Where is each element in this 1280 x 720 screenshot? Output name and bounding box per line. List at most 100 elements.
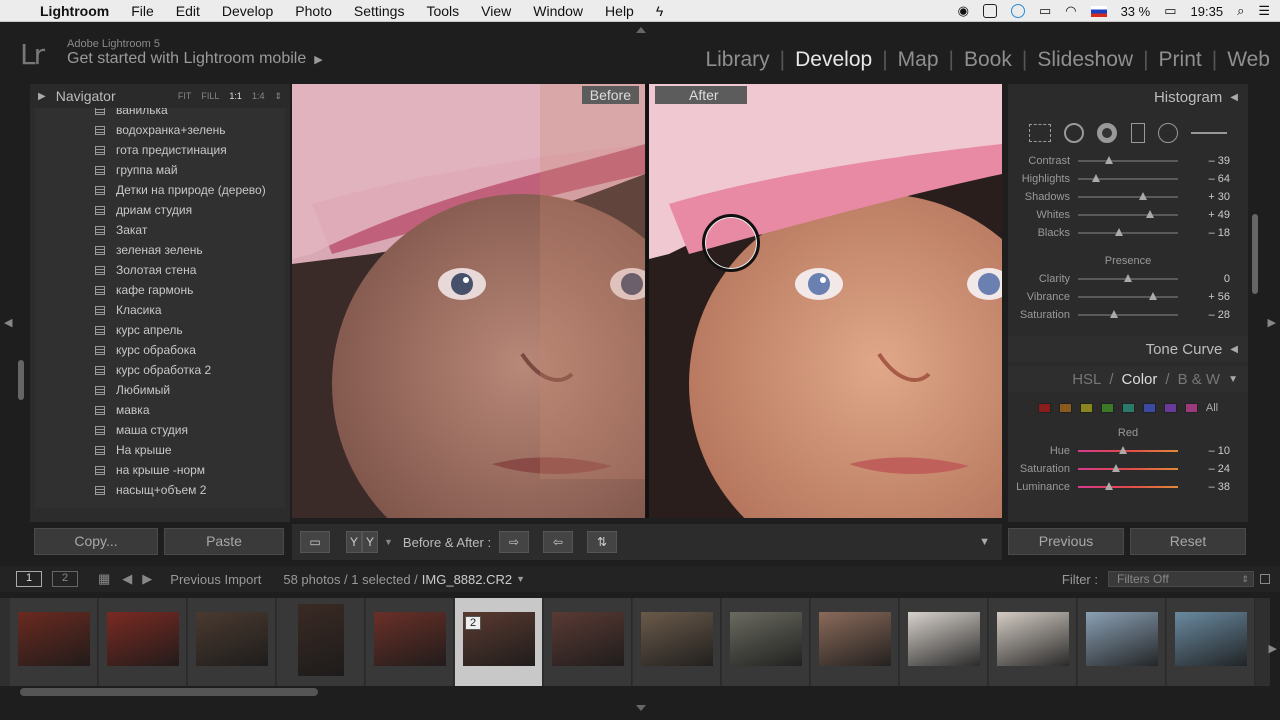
expand-icon[interactable]: ▼ — [1228, 374, 1238, 385]
slider-row[interactable]: Shadows + 30 — [1008, 188, 1248, 206]
preset-item[interactable]: ванилька — [35, 108, 285, 120]
slider-row[interactable]: Highlights – 64 — [1008, 170, 1248, 188]
filmstrip-thumb[interactable] — [1167, 598, 1255, 686]
zoom-menu-icon[interactable]: ⇕ — [274, 91, 282, 102]
preset-item[interactable]: водохранка+зелень — [35, 120, 285, 140]
filter-select[interactable]: Filters Off ⇕ — [1108, 571, 1254, 587]
slider-value[interactable]: – 38 — [1178, 481, 1230, 493]
preset-item[interactable]: мавка — [35, 400, 285, 420]
menu-edit[interactable]: Edit — [176, 3, 200, 19]
filmstrip-thumb[interactable] — [188, 598, 276, 686]
slider-row[interactable]: Hue – 10 — [1008, 442, 1248, 460]
loupe-view-button[interactable]: ▭ — [300, 531, 330, 553]
preset-item[interactable]: курс обрабока — [35, 340, 285, 360]
left-panel-toggle-icon[interactable]: ◀ — [4, 316, 12, 329]
color-swatch[interactable] — [1100, 403, 1114, 413]
bw-tab[interactable]: B & W — [1178, 371, 1221, 388]
slider-knob[interactable] — [1105, 156, 1113, 164]
wifi-icon[interactable]: ◠ — [1065, 3, 1076, 19]
preset-item[interactable]: курс обработка 2 — [35, 360, 285, 380]
menu-tools[interactable]: Tools — [426, 3, 459, 19]
preset-item[interactable]: маша студия — [35, 420, 285, 440]
file-name[interactable]: IMG_8882.CR2 — [422, 572, 512, 587]
graduated-filter-icon[interactable] — [1130, 123, 1145, 143]
slider-track[interactable] — [1078, 192, 1178, 200]
navigator-header[interactable]: ▶ Navigator FIT FILL 1:1 1:4 ⇕ — [30, 84, 290, 108]
clock[interactable]: 19:35 — [1191, 4, 1224, 19]
slider-row[interactable]: Blacks – 18 — [1008, 224, 1248, 242]
slider-row[interactable]: Whites + 49 — [1008, 206, 1248, 224]
slider-row[interactable]: Saturation – 28 — [1008, 306, 1248, 324]
preset-list[interactable]: ванилька водохранка+зелень гота предистина… — [35, 108, 285, 508]
slider-knob[interactable] — [1092, 174, 1100, 182]
search-icon[interactable]: ⌕ — [1237, 3, 1244, 19]
module-develop[interactable]: Develop — [785, 48, 882, 78]
slider-track[interactable] — [1078, 310, 1178, 318]
filmstrip-thumb[interactable] — [989, 598, 1077, 686]
right-scrollbar[interactable] — [1252, 214, 1258, 294]
slider-row[interactable]: Contrast – 39 — [1008, 152, 1248, 170]
view-menu-icon[interactable]: ▼ — [384, 537, 393, 547]
paste-button[interactable]: Paste — [164, 527, 284, 555]
top-panel-toggle-icon[interactable] — [636, 27, 646, 33]
after-pane[interactable]: After — [649, 84, 1002, 518]
slider-value[interactable]: – 39 — [1178, 155, 1230, 167]
menu-view[interactable]: View — [481, 3, 511, 19]
module-print[interactable]: Print — [1149, 48, 1212, 78]
preset-item[interactable]: Закат — [35, 220, 285, 240]
record-icon[interactable]: ◉ — [958, 3, 969, 19]
preset-item[interactable]: Детки на природе (дерево) — [35, 180, 285, 200]
screen-icon[interactable]: ▭ — [1039, 3, 1051, 19]
skype-icon[interactable] — [1010, 4, 1025, 18]
before-after-split-button[interactable]: Y — [362, 531, 378, 553]
color-swatch[interactable] — [1142, 403, 1156, 413]
slider-knob[interactable] — [1105, 482, 1113, 490]
filmstrip-thumb[interactable] — [10, 598, 98, 686]
slider-track[interactable] — [1078, 174, 1178, 182]
bolt-icon[interactable]: ϟ — [656, 3, 663, 19]
slider-row[interactable]: Vibrance + 56 — [1008, 288, 1248, 306]
mobile-link[interactable]: Get started with Lightroom mobile ▶ — [67, 50, 323, 68]
slider-value[interactable]: + 49 — [1178, 209, 1230, 221]
preset-item[interactable]: дриам студия — [35, 200, 285, 220]
back-arrow-icon[interactable]: ◀ — [122, 571, 132, 587]
reset-button[interactable]: Reset — [1130, 527, 1246, 555]
slider-knob[interactable] — [1146, 210, 1154, 218]
module-book[interactable]: Book — [954, 48, 1022, 78]
color-swatch[interactable] — [1121, 403, 1135, 413]
menu-list-icon[interactable]: ☰ — [1258, 3, 1270, 19]
swap-settings-button[interactable]: ⇅ — [587, 531, 618, 553]
copy-after-to-before-button[interactable]: ⇦ — [543, 531, 574, 553]
filmstrip-thumb[interactable] — [544, 598, 632, 686]
slider-value[interactable]: + 56 — [1178, 291, 1230, 303]
collapse-icon[interactable]: ◀ — [1230, 344, 1238, 355]
filmstrip-source[interactable]: Previous Import — [170, 572, 261, 587]
copy-before-to-after-button[interactable]: ⇨ — [499, 531, 530, 553]
menu-help[interactable]: Help — [605, 3, 634, 19]
preset-item[interactable]: насыщ+объем 2 — [35, 480, 285, 500]
menu-window[interactable]: Window — [533, 3, 583, 19]
grid-icon[interactable]: ▦ — [98, 571, 110, 587]
slider-value[interactable]: + 30 — [1178, 191, 1230, 203]
left-scrollbar[interactable] — [18, 360, 24, 400]
menu-app-name[interactable]: Lightroom — [40, 3, 109, 19]
slider-track[interactable] — [1078, 156, 1178, 164]
module-library[interactable]: Library — [695, 48, 779, 78]
filmstrip-thumb[interactable] — [811, 598, 899, 686]
slider-value[interactable]: – 28 — [1178, 309, 1230, 321]
battery-icon[interactable]: ▭ — [1164, 3, 1176, 19]
all-colors-button[interactable]: All — [1206, 402, 1218, 414]
toolbar-menu-icon[interactable]: ▼ — [979, 536, 990, 548]
color-swatch[interactable] — [1037, 403, 1051, 413]
histogram-header[interactable]: Histogram ◀ — [1008, 84, 1248, 110]
tone-curve-header[interactable]: Tone Curve ◀ — [1008, 336, 1248, 362]
preset-item[interactable]: Любимый — [35, 380, 285, 400]
preset-item[interactable]: группа май — [35, 160, 285, 180]
red-eye-icon[interactable] — [1097, 123, 1118, 143]
slider-row[interactable]: Luminance – 38 — [1008, 478, 1248, 496]
slider-knob[interactable] — [1115, 228, 1123, 236]
before-after-view[interactable]: Before After — [292, 84, 1002, 518]
bottom-panel-toggle-icon[interactable] — [636, 705, 646, 711]
identity-plate[interactable]: Lr Adobe Lightroom 5 Get started with Li… — [20, 38, 360, 78]
color-swatch[interactable] — [1163, 403, 1177, 413]
